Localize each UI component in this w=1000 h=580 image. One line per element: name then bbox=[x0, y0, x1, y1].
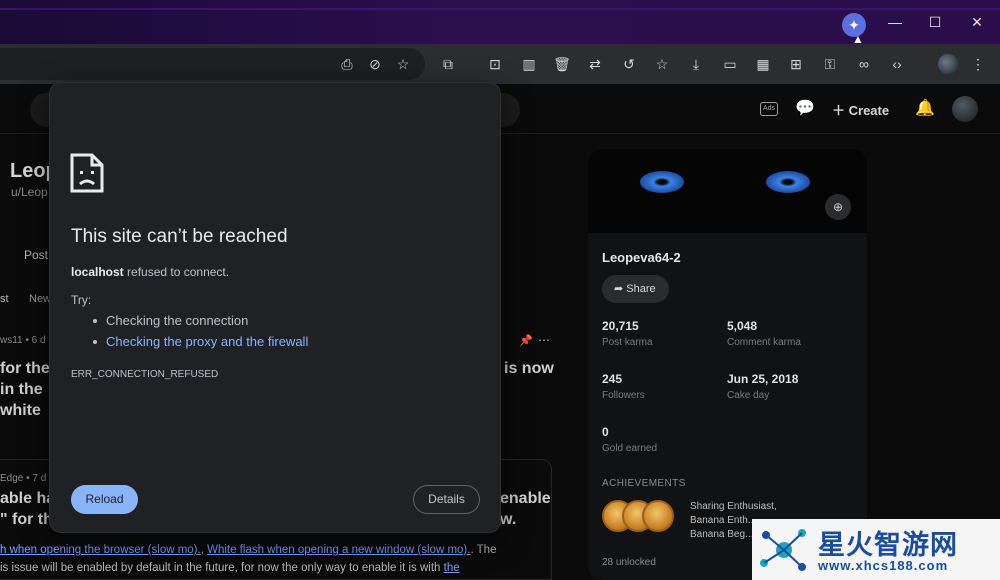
screenshot-icon[interactable]: ⊡ bbox=[485, 54, 505, 74]
add-banner-icon[interactable]: ⊕ bbox=[825, 194, 851, 220]
gold-value: 0 bbox=[602, 425, 609, 439]
profile-card-name: Leopeva64-2 bbox=[602, 250, 681, 265]
error-host: localhost bbox=[71, 265, 124, 279]
profile-banner: ⊕ bbox=[588, 149, 867, 233]
create-button[interactable]: ＋ Create bbox=[832, 100, 889, 119]
minimize-button[interactable]: — bbox=[880, 10, 910, 34]
address-bar[interactable] bbox=[0, 48, 425, 80]
watermark-logo-icon bbox=[760, 529, 806, 571]
reading-mode-icon[interactable]: ▥ bbox=[519, 54, 539, 74]
achievement-name: Banana Beg... bbox=[690, 529, 754, 540]
feed-link[interactable]: h when opening the browser (slow mo). bbox=[0, 544, 201, 556]
chat-icon[interactable]: 💬 bbox=[795, 98, 815, 118]
feed-body-text: is issue will be enabled by default in t… bbox=[0, 562, 441, 574]
bell-icon[interactable]: 🔔 bbox=[915, 98, 935, 118]
post-title-right[interactable]: is now bbox=[504, 360, 554, 378]
error-title: This site can’t be reached bbox=[71, 226, 288, 247]
pin-icon: 📌 bbox=[519, 335, 533, 347]
feed-body-line: is issue will be enabled by default in t… bbox=[0, 562, 460, 574]
translate-icon[interactable]: ⇄ bbox=[585, 54, 605, 74]
post-more-icon[interactable]: ⋯ bbox=[538, 333, 550, 347]
delete-icon[interactable]: 🗑 bbox=[552, 54, 572, 74]
sort-new[interactable]: New bbox=[29, 293, 51, 305]
feed-title-line[interactable]: " for th bbox=[0, 511, 53, 529]
achievement-name: Banana Enth... bbox=[690, 515, 757, 526]
watermark-url: www.xhcs188.com bbox=[818, 558, 949, 573]
share-button[interactable]: ➦ Share bbox=[602, 275, 669, 303]
suggestion-link[interactable]: Checking the proxy and the firewall bbox=[92, 333, 308, 354]
profile-handle: u/Leop bbox=[11, 185, 48, 199]
close-button[interactable]: ✕ bbox=[962, 10, 992, 34]
watermark: 星火智游网 www.xhcs188.com bbox=[752, 519, 1000, 580]
details-button[interactable]: Details bbox=[413, 485, 480, 514]
history-icon[interactable]: ↺ bbox=[619, 54, 639, 74]
maximize-button[interactable]: ☐ bbox=[920, 10, 950, 34]
post-title-line[interactable]: for the bbox=[0, 360, 50, 378]
error-message: localhost refused to connect. bbox=[71, 265, 229, 279]
cake-day-value: Jun 25, 2018 bbox=[727, 372, 799, 386]
gold-label: Gold earned bbox=[602, 443, 658, 454]
qr-icon[interactable]: ▦ bbox=[753, 54, 773, 74]
followers-label: Followers bbox=[602, 390, 645, 401]
read-aloud-icon[interactable]: ⊞ bbox=[786, 54, 806, 74]
browser-toolbar: ⎙ ⊘ ☆ ⧉ ⊡ ▥ 🗑 ⇄ ↺ ☆ ⤓ ▭ ▦ ⊞ ⚿ ∞ ‹› ⋮ bbox=[0, 44, 1000, 84]
error-message-text: refused to connect. bbox=[123, 265, 230, 279]
feed-link[interactable]: White flash when opening a new window (s… bbox=[207, 544, 470, 556]
devices-icon[interactable]: ▭ bbox=[720, 54, 740, 74]
post-title-line[interactable]: white bbox=[0, 402, 41, 420]
feed-after: . The bbox=[470, 544, 497, 556]
profile-card: ⊕ Leopeva64-2 ➦ Share 20,715 Post karma … bbox=[588, 149, 867, 580]
feed-title-right[interactable]: enable bbox=[500, 490, 551, 508]
sad-page-icon bbox=[70, 153, 104, 193]
achievements-unlocked[interactable]: 28 unlocked bbox=[602, 557, 656, 568]
sort-hot[interactable]: st bbox=[0, 293, 9, 305]
feed-link[interactable]: the bbox=[444, 562, 460, 574]
post-karma-label: Post karma bbox=[602, 337, 653, 348]
share-label: Share bbox=[626, 283, 656, 295]
devtools-icon[interactable]: ‹› bbox=[887, 54, 907, 74]
error-code: ERR_CONNECTION_REFUSED bbox=[71, 369, 219, 380]
bookmark-star-icon[interactable]: ☆ bbox=[393, 54, 413, 74]
post-karma-value: 20,715 bbox=[602, 319, 639, 333]
user-avatar[interactable] bbox=[952, 96, 978, 122]
cat-eye-left bbox=[640, 171, 684, 193]
share-icon: ➦ bbox=[614, 283, 627, 295]
error-suggestions: Checking the connection Checking the pro… bbox=[92, 312, 308, 354]
error-dialog: This site can’t be reached localhost ref… bbox=[49, 82, 501, 533]
tab-posts[interactable]: Post bbox=[24, 248, 48, 262]
browser-window: ✦ ▲ — ☐ ✕ ⎙ ⊘ ☆ ⧉ ⊡ ▥ 🗑 ⇄ ↺ ☆ ⤓ ▭ ▦ ⊞ ⚿ … bbox=[0, 0, 1000, 580]
reload-button[interactable]: Reload bbox=[71, 485, 138, 514]
install-app-icon[interactable]: ⎙ bbox=[337, 54, 357, 74]
watermark-title: 星火智游网 bbox=[818, 530, 958, 560]
achievement-badge-icon[interactable] bbox=[642, 500, 674, 532]
feed-title-line[interactable]: able ha bbox=[0, 490, 55, 508]
suggestion-item: Checking the connection bbox=[92, 312, 308, 333]
comment-karma-value: 5,048 bbox=[727, 319, 758, 333]
favorites-icon[interactable]: ☆ bbox=[652, 54, 672, 74]
post-meta: ws11 • 6 d bbox=[0, 335, 46, 346]
profile-avatar[interactable] bbox=[938, 54, 958, 74]
password-icon[interactable]: ⚿ bbox=[820, 54, 840, 74]
feed-title-right[interactable]: w. bbox=[500, 511, 516, 529]
tab-strip-edge bbox=[0, 8, 1000, 10]
feed-body-line: h when opening the browser (slow mo)., W… bbox=[0, 544, 496, 556]
followers-value: 245 bbox=[602, 372, 623, 386]
feed-meta: Edge • 7 d bbox=[0, 473, 47, 484]
achievement-name: Sharing Enthusiast, bbox=[690, 501, 777, 512]
extensions-icon[interactable]: ⧉ bbox=[438, 54, 458, 74]
download-icon[interactable]: ⤓ bbox=[686, 54, 706, 74]
plus-icon: ＋ bbox=[832, 103, 849, 118]
post-title-line[interactable]: in the bbox=[0, 381, 43, 399]
ads-icon[interactable]: Ads bbox=[760, 102, 778, 116]
create-label: Create bbox=[848, 103, 890, 118]
more-icon[interactable]: ⋮ bbox=[968, 54, 988, 74]
hide-icon[interactable]: ⊘ bbox=[365, 54, 385, 74]
link-icon[interactable]: ∞ bbox=[854, 54, 874, 74]
cat-eye-right bbox=[766, 171, 810, 193]
title-bar: ✦ ▲ — ☐ ✕ bbox=[0, 0, 1000, 46]
error-try-label: Try: bbox=[71, 293, 92, 307]
achievements-heading: ACHIEVEMENTS bbox=[602, 478, 686, 489]
cake-day-label: Cake day bbox=[727, 390, 770, 401]
comment-karma-label: Comment karma bbox=[727, 337, 801, 348]
